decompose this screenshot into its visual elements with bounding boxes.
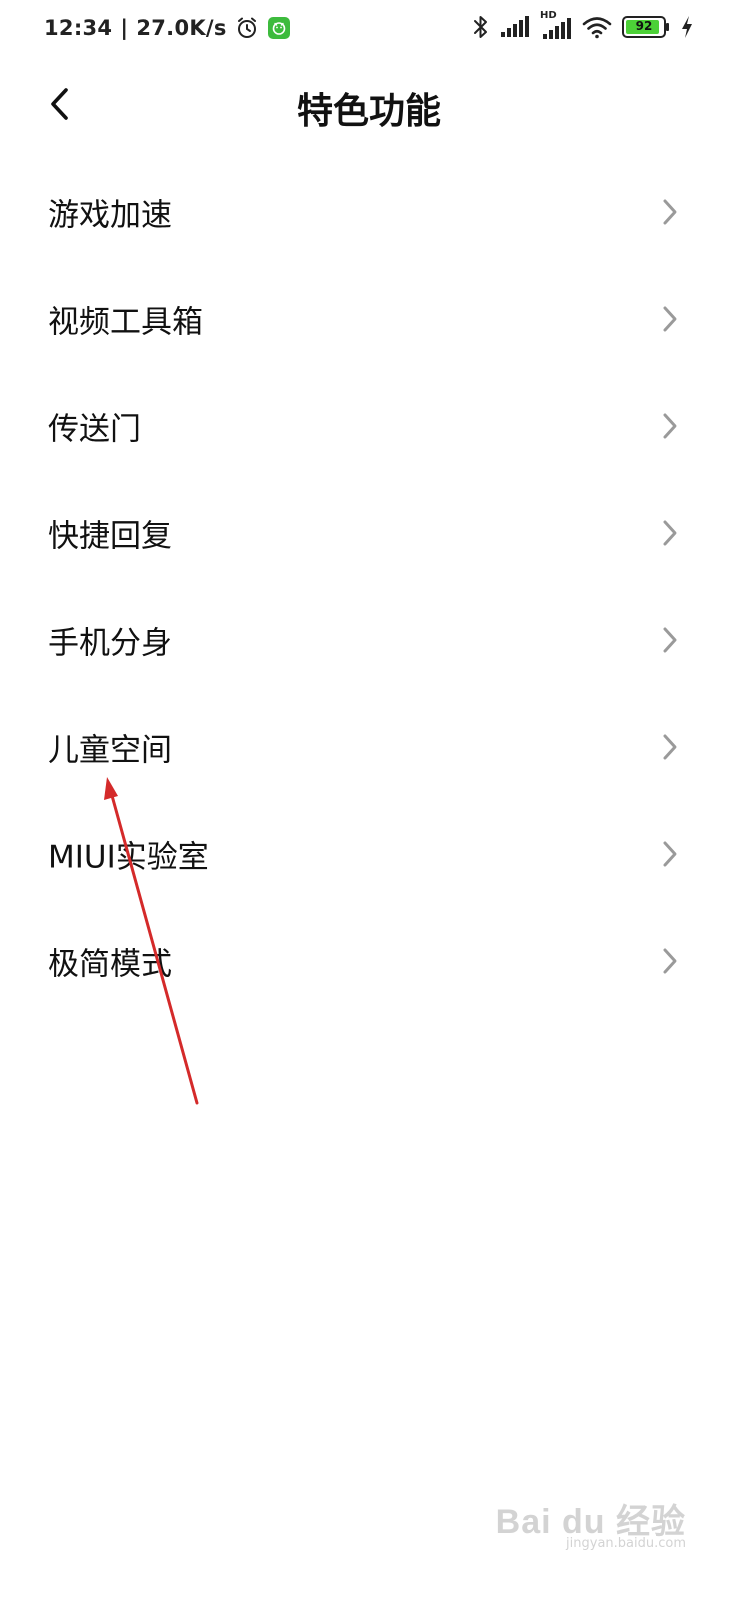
menu-item-second-space[interactable]: 手机分身 (0, 586, 738, 693)
menu-item-simple-mode[interactable]: 极简模式 (0, 907, 738, 1014)
battery-icon: 92 (622, 15, 670, 39)
wifi-icon (582, 15, 612, 39)
menu-item-label: 传送门 (48, 411, 141, 447)
status-bar: 12:34 | 27.0K/s HD 92 (0, 0, 738, 64)
watermark-sub: jingyan.baidu.com (566, 1536, 686, 1551)
chevron-right-icon (663, 306, 677, 331)
menu-item-portal[interactable]: 传送门 (0, 372, 738, 479)
signal-icon (500, 16, 530, 38)
menu-item-label: 视频工具箱 (48, 304, 203, 340)
page-title: 特色功能 (296, 91, 441, 132)
chevron-right-icon (663, 627, 677, 652)
menu-item-miui-lab[interactable]: MIUI实验室 (0, 800, 738, 907)
menu-item-label: 手机分身 (48, 625, 172, 661)
header: 特色功能 (0, 64, 738, 148)
bluetooth-icon (472, 14, 490, 40)
menu-item-kids-space[interactable]: 儿童空间 (0, 693, 738, 800)
charging-icon (680, 15, 694, 39)
chevron-right-icon (663, 520, 677, 545)
chevron-right-icon (663, 841, 677, 866)
menu-item-quick-reply[interactable]: 快捷回复 (0, 479, 738, 586)
menu-item-game-boost[interactable]: 游戏加速 (0, 158, 738, 265)
menu-item-label: 极简模式 (48, 946, 172, 982)
menu-item-video-toolbox[interactable]: 视频工具箱 (0, 265, 738, 372)
menu-item-label: MIUI实验室 (48, 839, 209, 875)
app-notification-icon (267, 16, 291, 40)
chevron-right-icon (663, 199, 677, 224)
battery-level: 92 (635, 19, 653, 33)
alarm-icon (235, 16, 259, 40)
network-speed: 27.0K/s (136, 16, 227, 40)
menu-item-label: 儿童空间 (48, 732, 172, 768)
hd-signal-icon: HD (540, 10, 572, 40)
status-separator: | (120, 16, 129, 40)
hd-label: HD (540, 10, 557, 21)
menu-list: 游戏加速 视频工具箱 传送门 快捷回复 手机分身 儿童空间 MIUI实验室 极简… (0, 158, 738, 1014)
status-left: 12:34 | 27.0K/s (44, 16, 291, 40)
status-time: 12:34 (44, 16, 113, 40)
menu-item-label: 游戏加速 (48, 197, 172, 233)
menu-item-label: 快捷回复 (48, 518, 172, 554)
status-right: HD 92 (472, 10, 694, 40)
chevron-right-icon (663, 734, 677, 759)
watermark: Bai du 经验 jingyan.baidu.com (496, 1494, 686, 1551)
chevron-right-icon (663, 948, 677, 973)
chevron-right-icon (663, 413, 677, 438)
